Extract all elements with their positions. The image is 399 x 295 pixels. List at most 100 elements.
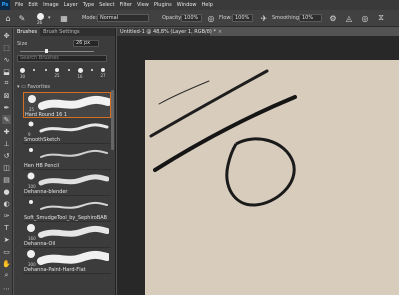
menu-plugins[interactable]: Plugins xyxy=(154,2,172,8)
menu-filter[interactable]: Filter xyxy=(120,2,132,8)
brush-tip-icon xyxy=(101,68,105,72)
recent-brush[interactable]: 27 xyxy=(99,65,108,78)
opacity-field[interactable]: 100% xyxy=(181,14,202,22)
recent-brush[interactable] xyxy=(64,65,73,72)
menu-view[interactable]: View xyxy=(137,2,149,8)
brush-list-item[interactable]: 300 Dehanna-Paint-Hard-Flat xyxy=(23,248,111,274)
menu-type[interactable]: Type xyxy=(83,2,94,8)
thin-stroke xyxy=(158,80,210,105)
flow-label: Flow: xyxy=(219,15,232,21)
stroke-sample xyxy=(37,250,109,265)
brush-stroke-preview xyxy=(27,172,109,186)
brush-tool-icon[interactable]: ✎ xyxy=(2,115,11,124)
brush-list-item[interactable]: Soft_SmudgeTool_by_SephiroBAB xyxy=(23,196,111,222)
menu-file[interactable]: File xyxy=(15,2,23,8)
marquee-tool-icon[interactable]: ⬚ xyxy=(2,43,11,52)
lasso-tool-icon[interactable]: ∿ xyxy=(2,55,11,64)
crop-tool-icon[interactable]: ⌗ xyxy=(2,79,11,88)
brush-list-item[interactable]: 160 Dehanna-Oil xyxy=(23,222,111,248)
dodge-tool-icon[interactable]: ◐ xyxy=(2,199,11,208)
recent-brush[interactable]: 16 xyxy=(76,65,85,79)
pen-tool-icon[interactable]: ✑ xyxy=(2,211,11,220)
brush-tip-icon xyxy=(20,67,25,73)
menu-window[interactable]: Window xyxy=(177,2,197,8)
panel-scrollbar[interactable] xyxy=(111,90,114,150)
brush-list-item[interactable]: 9 SmoothSketch xyxy=(23,118,111,144)
canvas-artwork xyxy=(149,69,297,207)
menu-select[interactable]: Select xyxy=(99,2,114,8)
brush-stroke-preview xyxy=(28,95,110,110)
favorites-folder[interactable]: ▾ ▭ Favorites xyxy=(17,84,50,90)
brush-settings-panel-icon[interactable]: ▦ xyxy=(59,13,69,23)
stroke-sample xyxy=(40,201,108,210)
home-icon[interactable]: ⌂ xyxy=(3,13,13,23)
menu-layer[interactable]: Layer xyxy=(64,2,78,8)
options-bar: ⌂ ✎ 26 ▾ ▦ Mode: Normal Opacity: 100% ◎ … xyxy=(0,10,399,27)
size-label: Size xyxy=(17,41,28,47)
pressure-size-icon[interactable]: ◎ xyxy=(360,13,370,23)
more-tools-icon[interactable]: ⋯ xyxy=(2,284,11,293)
menu-image[interactable]: Image xyxy=(43,2,59,8)
brush-tip-icon xyxy=(29,148,33,152)
type-tool-icon[interactable]: T xyxy=(2,223,11,232)
brush-list-item[interactable]: Hen HB Pencil xyxy=(23,144,111,170)
move-tool-icon[interactable]: ✥ xyxy=(2,31,11,40)
brush-stroke-preview xyxy=(29,200,108,210)
eyedropper-tool-icon[interactable]: ✒ xyxy=(2,103,11,112)
brush-stroke-preview xyxy=(27,224,109,238)
stroke-sample xyxy=(39,123,109,133)
frame-tool-icon[interactable]: ⊠ xyxy=(2,91,11,100)
brush-tip-icon xyxy=(29,200,33,204)
brush-stroke-preview xyxy=(28,121,109,133)
brush-name: SmoothSketch xyxy=(24,137,61,143)
brush-angle-icon[interactable]: ◬ xyxy=(344,13,354,23)
photoshop-logo[interactable]: Ps xyxy=(0,0,10,10)
document-tab[interactable]: Untitled-1 @ 48,8% (Layer 1, RGB/8) * × xyxy=(117,28,222,36)
airbrush-icon[interactable]: ✈ xyxy=(259,13,269,23)
rectangle-tool-icon[interactable]: ▭ xyxy=(2,247,11,256)
eraser-tool-icon[interactable]: ◫ xyxy=(2,163,11,172)
brush-name: Dehanna-Paint-Hard-Flat xyxy=(24,267,86,273)
brush-tip-icon xyxy=(44,69,47,71)
search-brushes-input[interactable]: Search Brushes xyxy=(17,55,107,62)
recent-brush[interactable] xyxy=(41,65,50,72)
size-slider[interactable] xyxy=(20,51,94,52)
brush-preset-picker[interactable]: 26 ▾ xyxy=(31,13,55,25)
size-slider-thumb[interactable] xyxy=(44,49,48,53)
brush-tool-icon[interactable]: ✎ xyxy=(17,13,27,23)
brush-tip-icon xyxy=(28,95,36,103)
flow-field[interactable]: 100% xyxy=(232,14,253,22)
brush-name: Dehanna-Oil xyxy=(24,241,56,247)
brush-list-item[interactable]: 100 Dehanna-blender xyxy=(23,170,111,196)
gradient-tool-icon[interactable]: ▤ xyxy=(2,175,11,184)
tab-brush-settings[interactable]: Brush Settings xyxy=(40,28,83,36)
tab-brushes[interactable]: Brushes xyxy=(14,28,41,36)
mode-select[interactable]: Normal xyxy=(97,14,149,22)
menu-help[interactable]: Help xyxy=(202,2,213,8)
recent-brush[interactable]: 25 xyxy=(53,65,62,78)
zoom-tool-icon[interactable]: ⌕ xyxy=(2,271,11,280)
close-icon[interactable]: × xyxy=(218,29,222,35)
recent-brush[interactable] xyxy=(30,65,39,72)
healing-brush-tool-icon[interactable]: ✚ xyxy=(2,127,11,136)
mode-label: Mode: xyxy=(82,15,98,21)
opacity-label: Opacity: xyxy=(162,15,183,21)
path-selection-tool-icon[interactable]: ➤ xyxy=(2,235,11,244)
brush-list-item[interactable]: 25 Hard Round 16 1 xyxy=(23,92,111,118)
recent-brush-size: 16 xyxy=(77,73,83,79)
brush-list: 25 Hard Round 16 1 9 SmoothSketch Hen HB Pen… xyxy=(23,92,111,274)
pressure-opacity-icon[interactable]: ◎ xyxy=(206,13,216,23)
smoothing-field[interactable]: 10% xyxy=(299,14,322,22)
symmetry-icon[interactable]: ⧖ xyxy=(376,13,386,23)
history-brush-tool-icon[interactable]: ↺ xyxy=(2,151,11,160)
recent-brush[interactable] xyxy=(87,65,96,72)
clone-stamp-tool-icon[interactable]: ⊥ xyxy=(2,139,11,148)
smoothing-options-gear-icon[interactable]: ⚙ xyxy=(328,13,338,23)
hand-tool-icon[interactable]: ✋ xyxy=(2,259,11,268)
canvas[interactable] xyxy=(145,60,399,295)
object-selection-tool-icon[interactable]: ⬓ xyxy=(2,67,11,76)
recent-brush[interactable]: 30 xyxy=(18,65,27,79)
menu-edit[interactable]: Edit xyxy=(28,2,38,8)
blur-tool-icon[interactable]: ● xyxy=(2,187,11,196)
size-field[interactable]: 26 px xyxy=(73,40,99,47)
